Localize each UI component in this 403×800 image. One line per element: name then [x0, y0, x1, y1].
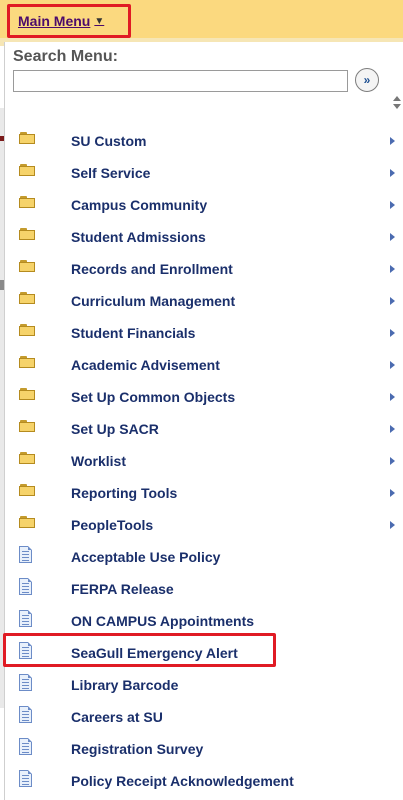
menu-item-label: Student Financials — [71, 325, 196, 341]
menu-item-label: Policy Receipt Acknowledgement — [71, 773, 294, 789]
folder-icon — [19, 290, 35, 306]
document-icon — [19, 546, 35, 563]
chevron-right-icon — [390, 137, 395, 145]
menu-page-item[interactable]: FERPA Release — [5, 574, 403, 606]
menu-item-label: SU Custom — [71, 133, 147, 149]
search-menu-input[interactable] — [13, 70, 348, 92]
chevron-right-icon — [390, 201, 395, 209]
menu-item-label: Self Service — [71, 165, 151, 181]
menu-page-item[interactable]: Acceptable Use Policy — [5, 542, 403, 574]
document-icon — [19, 738, 35, 755]
document-icon — [19, 706, 35, 723]
chevron-right-icon — [390, 329, 395, 337]
document-icon — [19, 674, 35, 691]
folder-icon — [19, 386, 35, 402]
menu-item-label: Registration Survey — [71, 741, 204, 757]
menu-page-item[interactable]: Careers at SU — [5, 702, 403, 734]
menu-item-label: SeaGull Emergency Alert — [71, 645, 238, 661]
folder-icon — [19, 130, 35, 146]
menu-item-label: Curriculum Management — [71, 293, 236, 309]
chevron-right-icon — [390, 393, 395, 401]
chevron-right-icon — [390, 521, 395, 529]
menu-page-item[interactable]: Registration Survey — [5, 734, 403, 766]
folder-icon — [19, 514, 35, 530]
menu-folder-item[interactable]: PeopleTools — [5, 510, 403, 542]
menu-folder-item[interactable]: Academic Advisement — [5, 350, 403, 382]
chevron-right-icon — [390, 297, 395, 305]
chevron-right-icon — [390, 361, 395, 369]
folder-icon — [19, 482, 35, 498]
chevron-right-icon — [390, 265, 395, 273]
menu-folder-item[interactable]: Student Admissions — [5, 222, 403, 254]
menu-item-label: Acceptable Use Policy — [71, 549, 221, 565]
folder-icon — [19, 450, 35, 466]
main-menu-label: Main Menu — [18, 13, 91, 29]
sort-icon[interactable] — [392, 96, 402, 110]
chevron-right-icon — [390, 169, 395, 177]
folder-icon — [19, 226, 35, 242]
menu-item-label: Campus Community — [71, 197, 208, 213]
document-icon — [19, 610, 35, 627]
folder-icon — [19, 418, 35, 434]
menu-item-label: Library Barcode — [71, 677, 179, 693]
double-chevron-right-icon: » — [363, 73, 371, 87]
menu-item-label: PeopleTools — [71, 517, 154, 533]
main-menu-dropdown: Search Menu: » SU Custom Self Service Camp… — [4, 42, 403, 800]
folder-icon — [19, 162, 35, 178]
menu-folder-item[interactable]: SU Custom — [5, 126, 403, 158]
menu-folder-item[interactable]: Set Up SACR — [5, 414, 403, 446]
main-menu-button[interactable]: Main Menu ▼ — [7, 4, 131, 38]
menu-item-label: Reporting Tools — [71, 485, 178, 501]
chevron-right-icon — [390, 425, 395, 433]
document-icon — [19, 642, 35, 659]
menu-page-item[interactable]: Policy Receipt Acknowledgement — [5, 766, 403, 798]
chevron-right-icon — [390, 489, 395, 497]
document-icon — [19, 770, 35, 787]
folder-icon — [19, 322, 35, 338]
menu-folder-item[interactable]: Self Service — [5, 158, 403, 190]
menu-item-label: Student Admissions — [71, 229, 206, 245]
menu-page-item[interactable]: ON CAMPUS Appointments — [5, 606, 403, 638]
menu-folder-item[interactable]: Reporting Tools — [5, 478, 403, 510]
menu-item-label: Academic Advisement — [71, 357, 220, 373]
folder-icon — [19, 354, 35, 370]
menu-item-label: ON CAMPUS Appointments — [71, 613, 255, 629]
menu-item-label: Records and Enrollment — [71, 261, 233, 277]
menu-folder-item[interactable]: Set Up Common Objects — [5, 382, 403, 414]
menu-folder-item[interactable]: Records and Enrollment — [5, 254, 403, 286]
menu-item-label: Worklist — [71, 453, 126, 469]
menu-folder-item[interactable]: Worklist — [5, 446, 403, 478]
folder-icon — [19, 258, 35, 274]
search-menu-label: Search Menu: — [13, 48, 118, 65]
menu-item-label: Set Up SACR — [71, 421, 159, 437]
chevron-right-icon — [390, 457, 395, 465]
document-icon — [19, 578, 35, 595]
menu-item-label: FERPA Release — [71, 581, 174, 597]
folder-icon — [19, 194, 35, 210]
chevron-right-icon — [390, 233, 395, 241]
search-go-button[interactable]: » — [355, 68, 379, 92]
menu-folder-item[interactable]: Campus Community — [5, 190, 403, 222]
menu-page-item[interactable]: SeaGull Emergency Alert — [5, 638, 403, 670]
menu-folder-item[interactable]: Student Financials — [5, 318, 403, 350]
caret-down-icon: ▼ — [94, 15, 105, 27]
menu-item-label: Set Up Common Objects — [71, 389, 236, 405]
menu-page-item[interactable]: Library Barcode — [5, 670, 403, 702]
menu-item-label: Careers at SU — [71, 709, 163, 725]
menu-folder-item[interactable]: Curriculum Management — [5, 286, 403, 318]
